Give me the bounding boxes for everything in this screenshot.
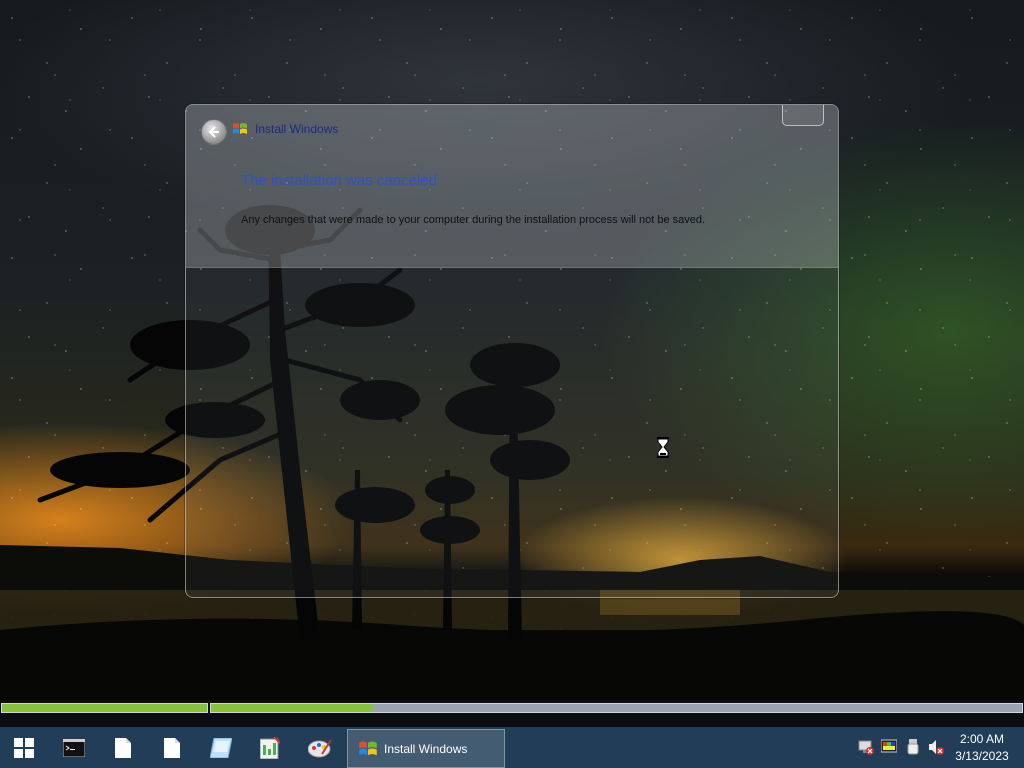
taskbar-paint[interactable] (296, 727, 344, 768)
taskbar-disk[interactable] (197, 727, 245, 768)
installation-progress-area (0, 700, 1024, 727)
windows-logo-icon (359, 741, 377, 755)
taskbar: Install Windows 2:00 AM 3/13/2023 (0, 727, 1024, 768)
usb-icon[interactable] (905, 739, 921, 755)
close-button[interactable] (782, 105, 824, 126)
file-icon (164, 737, 180, 758)
install-windows-dialog: Install Windows The installation was can… (185, 104, 839, 598)
progress-bar-stage2 (210, 703, 1023, 713)
start-icon (14, 737, 34, 758)
taskbar-command-prompt[interactable] (50, 727, 98, 768)
system-clock[interactable]: 2:00 AM 3/13/2023 (948, 731, 1016, 765)
dialog-heading: The installation was canceled (241, 172, 437, 189)
dialog-message: Any changes that were made to your compu… (241, 214, 706, 226)
dialog-title: Install Windows (255, 122, 339, 136)
progress-fill-stage2 (211, 704, 374, 712)
dialog-header: Install Windows The installation was can… (186, 105, 838, 268)
start-button[interactable] (0, 727, 48, 768)
hourglass-cursor-icon (657, 437, 669, 458)
notepad-icon (260, 736, 280, 759)
command-prompt-icon (63, 738, 85, 757)
taskbar-notepad[interactable] (246, 727, 294, 768)
progress-bar-stage1 (1, 703, 208, 713)
disk-icon (210, 737, 232, 758)
display-icon[interactable] (881, 739, 897, 755)
taskbar-file-2[interactable] (148, 727, 196, 768)
clock-time: 2:00 AM (959, 732, 1005, 746)
taskbar-task-label: Install Windows (384, 741, 468, 756)
file-icon (115, 737, 131, 758)
progress-fill-stage1 (2, 704, 207, 712)
taskbar-install-windows[interactable]: Install Windows (347, 729, 505, 768)
back-button[interactable] (201, 119, 227, 145)
back-arrow-icon (208, 126, 219, 138)
taskbar-file-1[interactable] (99, 727, 147, 768)
volume-muted-icon[interactable] (928, 739, 944, 755)
windows-logo-icon (233, 123, 247, 134)
clock-date: 3/13/2023 (955, 749, 1009, 763)
network-disconnected-icon[interactable] (858, 739, 874, 755)
paint-icon (308, 738, 332, 757)
